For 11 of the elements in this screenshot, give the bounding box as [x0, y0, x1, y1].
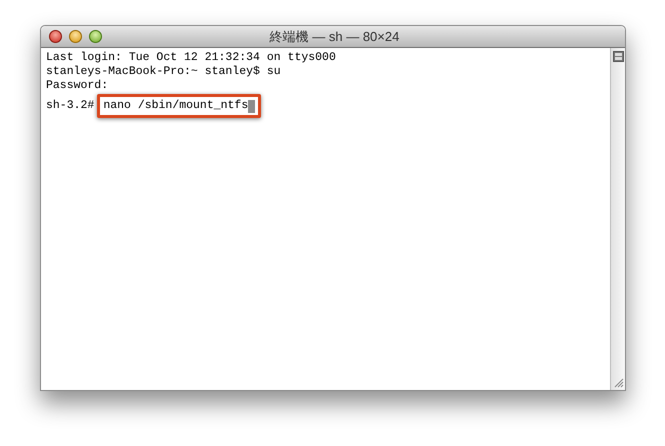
window-title: 終端機 — sh — 80×24 — [270, 28, 400, 46]
split-pane-icon[interactable] — [612, 51, 624, 62]
resize-grip-icon[interactable] — [613, 377, 624, 388]
terminal-line: Password: — [46, 79, 108, 93]
close-button[interactable] — [49, 30, 62, 43]
command-text: nano /sbin/mount_ntfs — [103, 99, 248, 113]
terminal-line: stanleys-MacBook-Pro:~ stanley$ su — [46, 65, 281, 79]
shell-prompt: sh-3.2# — [46, 99, 94, 113]
zoom-button[interactable] — [89, 30, 102, 43]
minimize-button[interactable] — [69, 30, 82, 43]
terminal-line: Last login: Tue Oct 12 21:32:34 on ttys000 — [46, 51, 336, 65]
